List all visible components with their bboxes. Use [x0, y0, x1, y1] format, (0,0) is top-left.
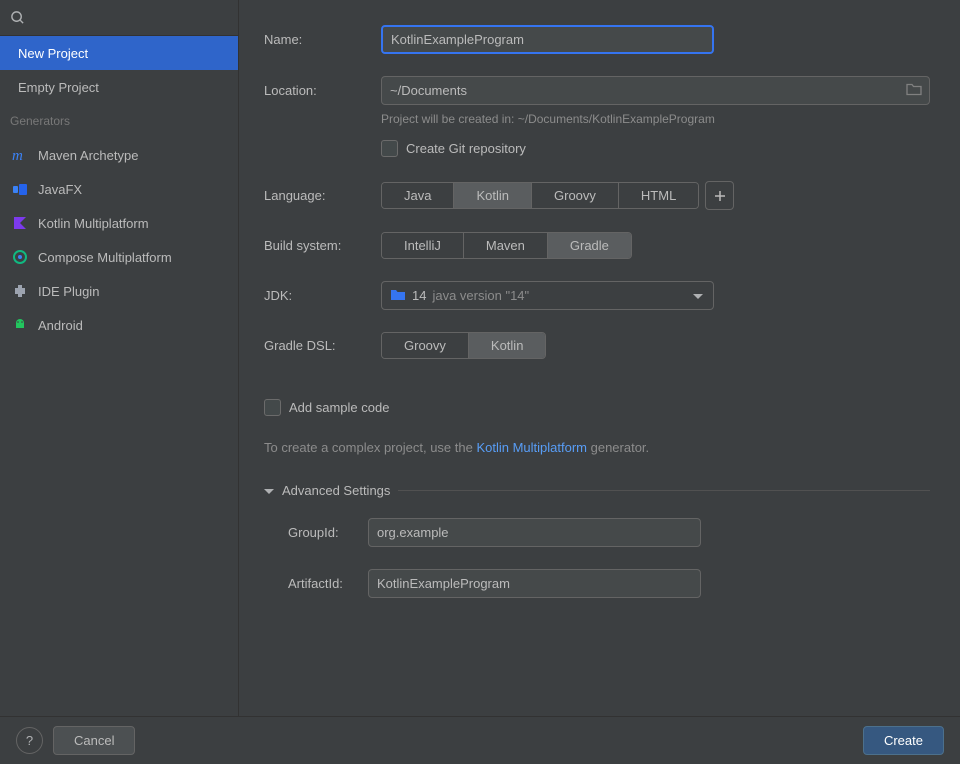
advanced-settings-toggle[interactable]: Advanced Settings [264, 483, 930, 498]
name-input[interactable] [381, 25, 714, 54]
cancel-button[interactable]: Cancel [53, 726, 135, 755]
svg-text:m: m [12, 148, 23, 163]
add-language-button[interactable] [705, 181, 734, 210]
generator-compose-multiplatform[interactable]: Compose Multiplatform [0, 240, 238, 274]
sidebar-item-label: New Project [18, 46, 88, 61]
plus-icon [714, 190, 726, 202]
generator-label: IDE Plugin [38, 284, 99, 299]
chevron-down-icon [264, 483, 274, 498]
javafx-icon [12, 181, 28, 197]
git-label: Create Git repository [406, 141, 526, 156]
help-icon: ? [26, 733, 33, 748]
sidebar-item-label: Empty Project [18, 80, 99, 95]
folder-icon [390, 288, 406, 304]
artifactid-label: ArtifactId: [288, 576, 368, 591]
location-label: Location: [264, 83, 381, 98]
generator-label: Android [38, 318, 83, 333]
sample-code-checkbox[interactable] [264, 399, 281, 416]
android-icon [12, 317, 28, 333]
jdk-label: JDK: [264, 288, 381, 303]
chevron-down-icon [693, 288, 703, 303]
generator-label: Compose Multiplatform [38, 250, 172, 265]
sidebar: New Project Empty Project Generators m M… [0, 0, 239, 716]
generators-header: Generators [0, 104, 238, 138]
divider [398, 490, 930, 491]
content-panel: Name: Location: Project will be created … [239, 0, 960, 716]
generator-kotlin-multiplatform[interactable]: Kotlin Multiplatform [0, 206, 238, 240]
generator-maven-archetype[interactable]: m Maven Archetype [0, 138, 238, 172]
jdk-detail: java version "14" [432, 288, 529, 303]
generator-label: JavaFX [38, 182, 82, 197]
dsl-label: Gradle DSL: [264, 338, 381, 353]
sidebar-item-new-project[interactable]: New Project [0, 36, 238, 70]
jdk-value: 14 [412, 288, 426, 303]
location-hint: Project will be created in: ~/Documents/… [381, 112, 715, 126]
compose-icon [12, 249, 28, 265]
generator-ide-plugin[interactable]: IDE Plugin [0, 274, 238, 308]
language-option-kotlin[interactable]: Kotlin [454, 183, 532, 208]
help-button[interactable]: ? [16, 727, 43, 754]
kotlin-icon [12, 215, 28, 231]
generator-android[interactable]: Android [0, 308, 238, 342]
artifactid-input[interactable] [368, 569, 701, 598]
build-option-intellij[interactable]: IntelliJ [382, 233, 464, 258]
language-option-java[interactable]: Java [382, 183, 454, 208]
language-label: Language: [264, 188, 381, 203]
search-icon [10, 10, 25, 25]
dsl-segmented: Groovy Kotlin [381, 332, 546, 359]
kotlin-multiplatform-link[interactable]: Kotlin Multiplatform [476, 440, 587, 455]
build-segmented: IntelliJ Maven Gradle [381, 232, 632, 259]
folder-icon[interactable] [906, 82, 922, 99]
language-option-html[interactable]: HTML [619, 183, 698, 208]
jdk-dropdown[interactable]: 14 java version "14" [381, 281, 714, 310]
generator-label: Kotlin Multiplatform [38, 216, 149, 231]
language-option-groovy[interactable]: Groovy [532, 183, 619, 208]
groupid-label: GroupId: [288, 525, 368, 540]
generator-javafx[interactable]: JavaFX [0, 172, 238, 206]
advanced-settings-label: Advanced Settings [282, 483, 390, 498]
build-label: Build system: [264, 238, 381, 253]
sidebar-item-empty-project[interactable]: Empty Project [0, 70, 238, 104]
sample-code-label: Add sample code [289, 400, 389, 415]
complex-hint: To create a complex project, use the Kot… [264, 440, 930, 455]
maven-icon: m [12, 147, 28, 163]
dsl-option-kotlin[interactable]: Kotlin [469, 333, 546, 358]
create-button[interactable]: Create [863, 726, 944, 755]
plugin-icon [12, 283, 28, 299]
bottom-bar: ? Cancel Create [0, 716, 960, 764]
language-segmented: Java Kotlin Groovy HTML [381, 182, 699, 209]
dsl-option-groovy[interactable]: Groovy [382, 333, 469, 358]
generator-label: Maven Archetype [38, 148, 138, 163]
name-label: Name: [264, 32, 381, 47]
groupid-input[interactable] [368, 518, 701, 547]
git-checkbox[interactable] [381, 140, 398, 157]
build-option-maven[interactable]: Maven [464, 233, 548, 258]
build-option-gradle[interactable]: Gradle [548, 233, 631, 258]
search-bar[interactable] [0, 0, 238, 36]
location-input[interactable] [381, 76, 930, 105]
